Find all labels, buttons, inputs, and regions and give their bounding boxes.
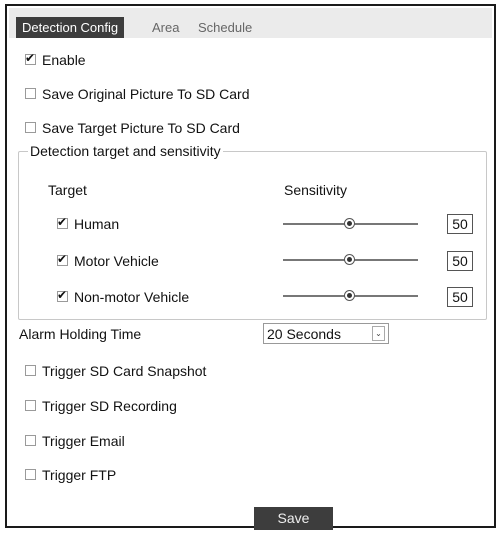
motor-vehicle-sensitivity-slider-handle[interactable] — [344, 254, 355, 265]
human-label: Human — [74, 216, 120, 232]
sensitivity-header: Sensitivity — [284, 182, 348, 198]
non-motor-vehicle-checkbox[interactable]: ✔ — [57, 288, 68, 302]
human-sensitivity-value[interactable]: 50 — [447, 214, 473, 234]
detection-target-legend: Detection target and sensitivity — [28, 142, 223, 160]
detection-config-panel: Detection Config Area Schedule ✔ Enable … — [5, 4, 496, 530]
trigger-sd-snapshot-label: Trigger SD Card Snapshot — [42, 363, 207, 379]
tab-area[interactable]: Area — [152, 17, 179, 38]
tab-detection-config[interactable]: Detection Config — [16, 17, 125, 38]
motor-vehicle-checkbox[interactable]: ✔ — [57, 252, 68, 266]
motor-vehicle-label: Motor Vehicle — [74, 253, 159, 269]
trigger-sd-recording-checkbox[interactable] — [25, 400, 36, 411]
human-checkbox[interactable]: ✔ — [57, 215, 68, 229]
check-icon: ✔ — [57, 215, 68, 229]
tab-bar: Detection Config Area Schedule — [9, 8, 492, 38]
trigger-sd-snapshot-checkbox[interactable] — [25, 365, 36, 376]
detection-target-group: Detection target and sensitivity Target … — [18, 142, 487, 320]
save-target-picture-checkbox[interactable] — [25, 122, 36, 133]
trigger-ftp-checkbox[interactable] — [25, 469, 36, 480]
non-motor-vehicle-sensitivity-value[interactable]: 50 — [447, 287, 473, 307]
trigger-email-checkbox[interactable] — [25, 435, 36, 446]
tab-schedule[interactable]: Schedule — [198, 17, 252, 38]
chevron-down-icon[interactable]: ⌄ — [372, 326, 385, 341]
save-button[interactable]: Save — [254, 507, 333, 530]
alarm-holding-time-label: Alarm Holding Time — [19, 326, 142, 342]
human-sensitivity-slider-handle[interactable] — [344, 218, 355, 229]
trigger-ftp-label: Trigger FTP — [42, 467, 117, 483]
check-icon: ✔ — [57, 252, 68, 266]
save-original-picture-label: Save Original Picture To SD Card — [42, 86, 250, 102]
save-original-picture-checkbox[interactable] — [25, 88, 36, 99]
trigger-sd-recording-label: Trigger SD Recording — [42, 398, 177, 414]
target-header: Target — [48, 182, 87, 198]
non-motor-vehicle-label: Non-motor Vehicle — [74, 289, 190, 305]
non-motor-vehicle-sensitivity-slider-handle[interactable] — [344, 290, 355, 301]
alarm-holding-time-select[interactable]: 20 Seconds ⌄ — [263, 323, 389, 344]
enable-label: Enable — [42, 52, 86, 68]
check-icon: ✔ — [25, 51, 36, 65]
alarm-holding-time-value: 20 Seconds — [267, 326, 341, 342]
motor-vehicle-sensitivity-value[interactable]: 50 — [447, 251, 473, 271]
check-icon: ✔ — [57, 288, 68, 302]
save-target-picture-label: Save Target Picture To SD Card — [42, 120, 240, 136]
enable-checkbox[interactable]: ✔ — [25, 51, 36, 65]
trigger-email-label: Trigger Email — [42, 433, 125, 449]
